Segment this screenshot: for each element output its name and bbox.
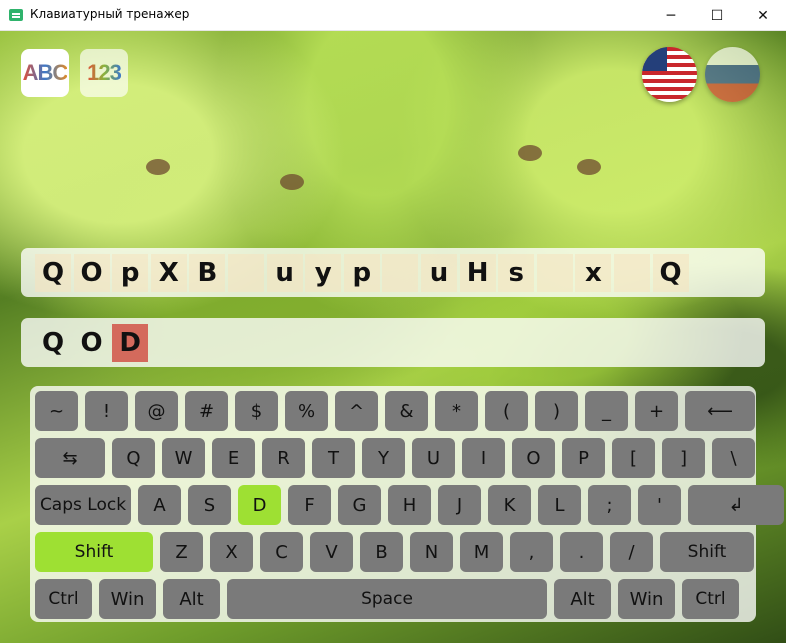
key-win[interactable]: Win [618, 579, 675, 619]
pine-cone-decoration [280, 174, 304, 190]
key-symbol-2-12[interactable]: ↲ [688, 485, 784, 525]
key-l[interactable]: L [538, 485, 581, 525]
key-alt[interactable]: Alt [163, 579, 220, 619]
key-v[interactable]: V [310, 532, 353, 572]
letters-mode-icon: ABC [22, 60, 69, 85]
target-char: x [575, 254, 612, 292]
english-flag-button[interactable] [642, 47, 697, 102]
target-char [614, 254, 650, 292]
key-symbol-3-9[interactable]: . [560, 532, 603, 572]
target-char: H [459, 254, 496, 292]
key-symbol-0-3[interactable]: # [185, 391, 228, 431]
key-p[interactable]: P [562, 438, 605, 478]
key-b[interactable]: B [360, 532, 403, 572]
title-bar: Клавиатурный тренажер ─ ☐ ✕ [0, 0, 786, 31]
target-char: Q [652, 254, 689, 292]
target-char: s [498, 254, 535, 292]
target-char [382, 254, 419, 292]
target-char: O [73, 254, 110, 292]
key-capslock[interactable]: Caps Lock [35, 485, 131, 525]
key-symbol-0-5[interactable]: % [285, 391, 328, 431]
key-symbol-0-8[interactable]: * [435, 391, 478, 431]
key-symbol-2-11[interactable]: ' [638, 485, 681, 525]
key-f[interactable]: F [288, 485, 331, 525]
key-symbol-0-9[interactable]: ( [485, 391, 528, 431]
on-screen-keyboard: ~! @ # $% ^ & *() _ + ⟵ ⇆ Q W E R T Y U I O P[] \ Caps Lock A S D… [30, 386, 784, 622]
digits-mode-button[interactable]: 123 [80, 49, 128, 97]
target-char: Q [35, 254, 71, 292]
key-d[interactable]: D [238, 485, 281, 525]
key-symbol-1-12[interactable]: ] [662, 438, 705, 478]
target-char: p [112, 254, 149, 292]
target-char: y [305, 254, 342, 292]
key-symbol-0-10[interactable]: ) [535, 391, 578, 431]
key-j[interactable]: J [438, 485, 481, 525]
key-o[interactable]: O [512, 438, 555, 478]
key-symbol-0-12[interactable]: + [635, 391, 678, 431]
key-symbol-1-13[interactable]: \ [712, 438, 755, 478]
key-symbol-0-1[interactable]: ! [85, 391, 128, 431]
pine-cone-decoration [146, 159, 170, 175]
key-h[interactable]: H [388, 485, 431, 525]
key-z[interactable]: Z [160, 532, 203, 572]
key-symbol-0-0[interactable]: ~ [35, 391, 78, 431]
target-char [228, 254, 264, 292]
key-symbol-1-0[interactable]: ⇆ [35, 438, 105, 478]
key-space[interactable]: Space [227, 579, 547, 619]
key-g[interactable]: G [338, 485, 381, 525]
key-u[interactable]: U [412, 438, 455, 478]
letters-mode-button[interactable]: ABC [21, 49, 69, 97]
typed-char: D [112, 324, 149, 362]
key-symbol-3-10[interactable]: / [610, 532, 653, 572]
pine-cone-decoration [577, 159, 601, 175]
key-k[interactable]: K [488, 485, 531, 525]
key-symbol-2-10[interactable]: ; [588, 485, 631, 525]
key-r[interactable]: R [262, 438, 305, 478]
digits-mode-icon: 123 [87, 60, 122, 85]
key-shift[interactable]: Shift [35, 532, 153, 572]
key-symbol-0-6[interactable]: ^ [335, 391, 378, 431]
close-button[interactable]: ✕ [740, 0, 786, 31]
key-alt[interactable]: Alt [554, 579, 611, 619]
key-c[interactable]: C [260, 532, 303, 572]
key-t[interactable]: T [312, 438, 355, 478]
maximize-button[interactable]: ☐ [694, 0, 740, 31]
key-symbol-0-13[interactable]: ⟵ [685, 391, 755, 431]
keyboard-app-icon [9, 9, 23, 21]
target-char: p [343, 254, 380, 292]
key-symbol-0-2[interactable]: @ [135, 391, 178, 431]
typed-char: Q [41, 328, 65, 358]
key-symbol-0-4[interactable]: $ [235, 391, 278, 431]
key-symbol-3-8[interactable]: , [510, 532, 553, 572]
key-symbol-0-7[interactable]: & [385, 391, 428, 431]
pine-cone-decoration [518, 145, 542, 161]
target-char: u [266, 254, 303, 292]
target-char: B [189, 254, 226, 292]
key-n[interactable]: N [410, 532, 453, 572]
window-title: Клавиатурный тренажер [30, 7, 190, 21]
key-e[interactable]: E [212, 438, 255, 478]
minimize-button[interactable]: ─ [648, 0, 694, 31]
key-symbol-0-11[interactable]: _ [585, 391, 628, 431]
target-char: u [421, 254, 457, 292]
key-a[interactable]: A [138, 485, 181, 525]
key-q[interactable]: Q [112, 438, 155, 478]
key-m[interactable]: M [460, 532, 503, 572]
key-w[interactable]: W [162, 438, 205, 478]
typed-char: O [80, 328, 103, 358]
key-s[interactable]: S [188, 485, 231, 525]
key-symbol-1-11[interactable]: [ [612, 438, 655, 478]
typed-text-panel: QOD [21, 318, 765, 367]
key-shift[interactable]: Shift [660, 532, 754, 572]
target-char: X [150, 254, 187, 292]
key-y[interactable]: Y [362, 438, 405, 478]
russian-flag-button[interactable] [705, 47, 760, 102]
key-i[interactable]: I [462, 438, 505, 478]
target-text-panel: QOpXB uyp uHs x Q [21, 248, 765, 297]
key-win[interactable]: Win [99, 579, 156, 619]
key-x[interactable]: X [210, 532, 253, 572]
key-ctrl[interactable]: Ctrl [35, 579, 92, 619]
target-char [536, 254, 573, 292]
key-ctrl[interactable]: Ctrl [682, 579, 739, 619]
